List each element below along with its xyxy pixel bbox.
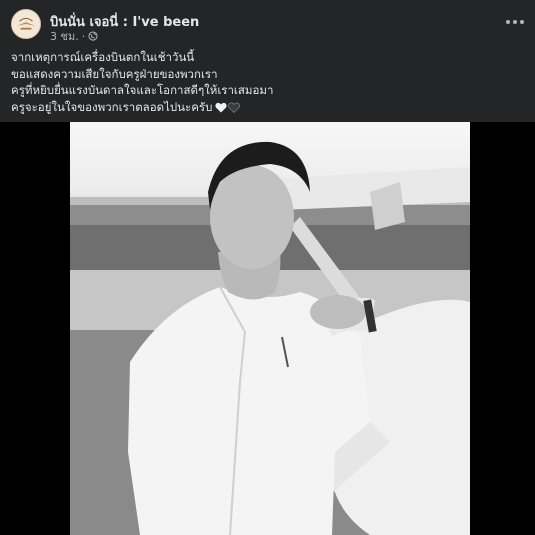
caption-emoji <box>215 102 241 113</box>
white-heart-icon <box>215 102 228 112</box>
post-header: บินนั่น เจอนี่ : I've been 3 ชม. · <box>0 0 535 44</box>
caption-line: ขอแสดงความเสียใจกับครูฝ่ายของพวกเรา <box>11 66 218 81</box>
black-heart-icon <box>228 102 241 113</box>
post-media[interactable] <box>0 122 535 535</box>
caption-line-with-emoji: ครูจะอยู่ในใจของพวกเราตลอดไปนะครับ <box>11 99 523 116</box>
caption-line: จากเหตุการณ์เครื่องบินตกในเช้าวันนี้ <box>11 50 195 64</box>
more-options-icon <box>506 20 524 24</box>
post-timestamp[interactable]: 3 ชม. <box>50 27 79 45</box>
caption-line: ครูที่หยิบยื่นแรงบันดาลใจและโอกาสดีๆให้เ… <box>11 83 274 97</box>
page-avatar[interactable] <box>11 9 41 39</box>
post-caption: จากเหตุการณ์เครื่องบินตกในเช้าวันนี้ ขอแ… <box>11 49 523 115</box>
avatar-logo-icon <box>12 10 40 38</box>
caption-line: ครูจะอยู่ในใจของพวกเราตลอดไปนะครับ <box>11 99 213 114</box>
globe-icon[interactable] <box>88 31 98 41</box>
more-options-button[interactable] <box>504 14 526 30</box>
post-meta: 3 ชม. · <box>50 27 98 45</box>
post-photo[interactable] <box>70 122 470 535</box>
photo-image <box>70 141 470 535</box>
